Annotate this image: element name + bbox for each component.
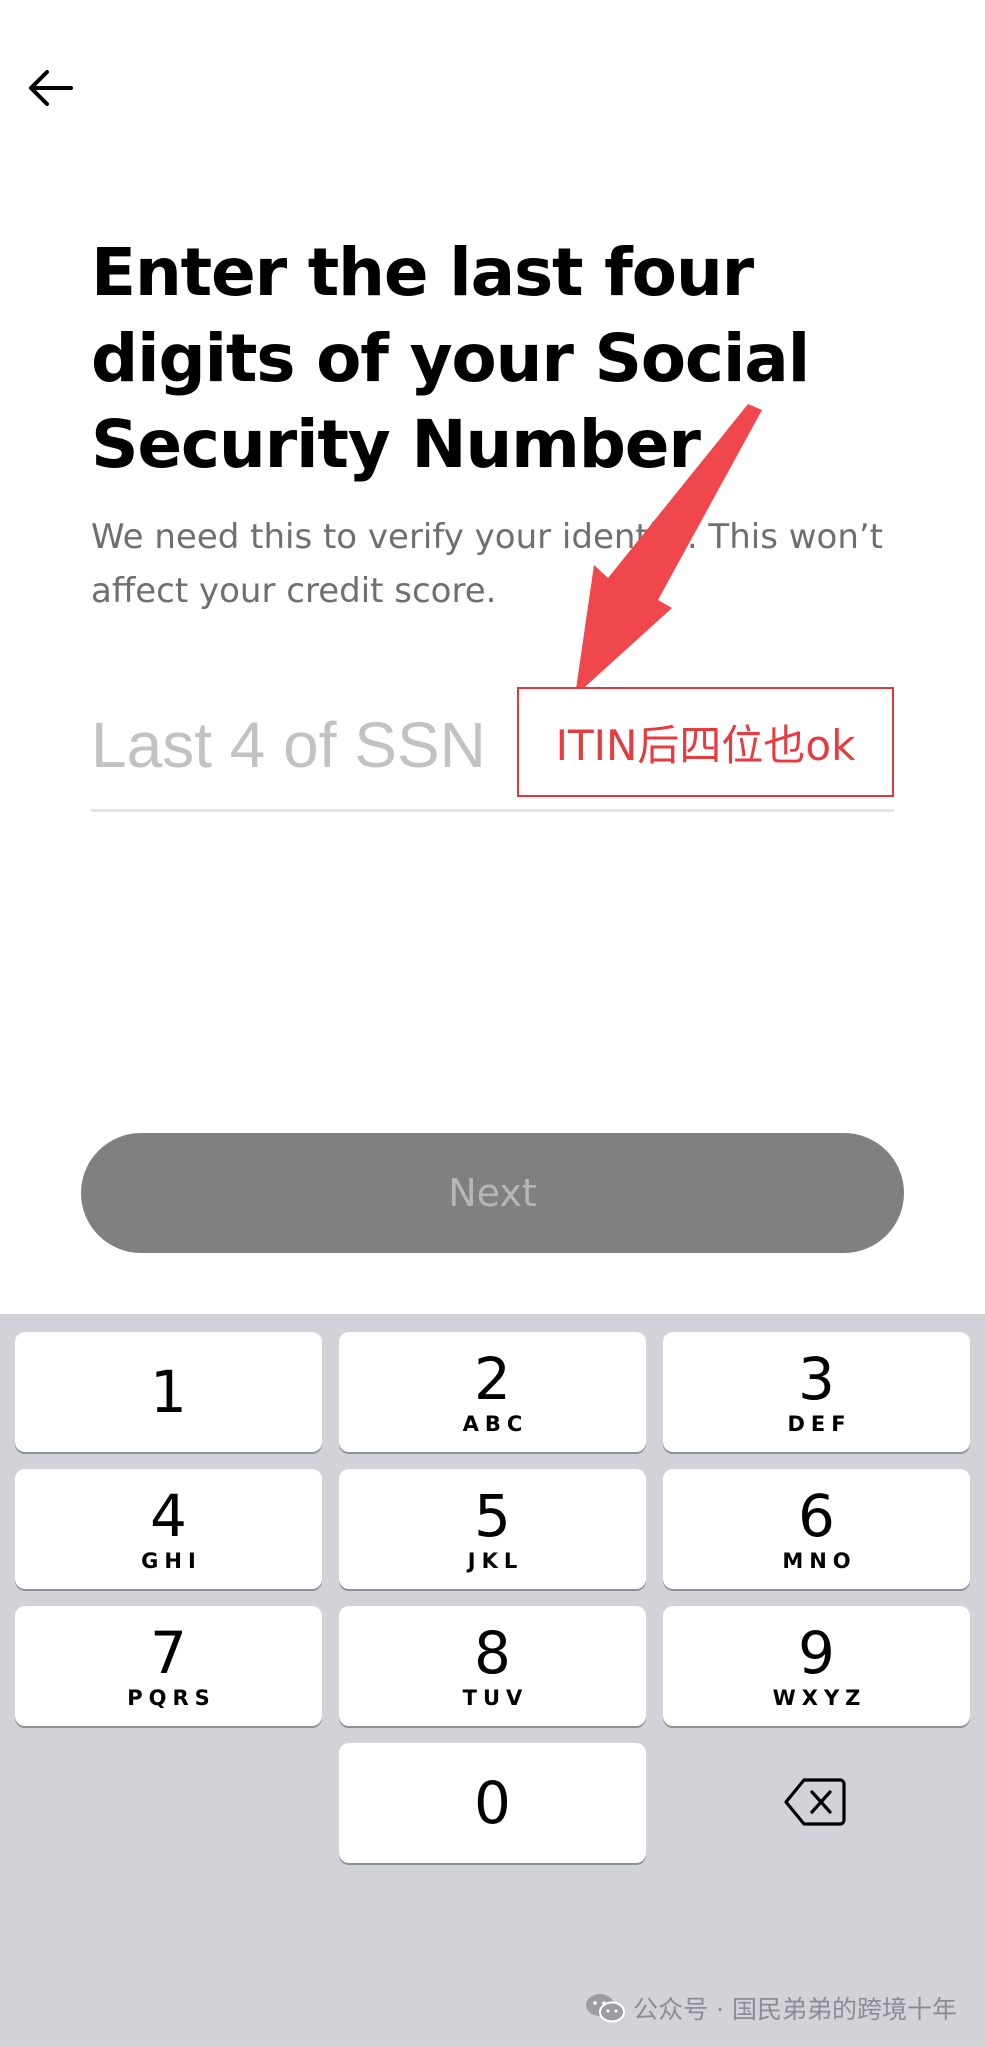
key-0[interactable]: 0 <box>339 1743 646 1863</box>
arrow-left-icon <box>29 70 73 106</box>
key-1[interactable]: 1 <box>15 1332 322 1452</box>
key-digit: 5 <box>474 1482 511 1550</box>
key-digit: 0 <box>474 1769 511 1837</box>
numeric-keypad: 1 2 ABC 3 DEF 4 GHI 5 JKL 6 MNO 7 PQRS 8… <box>0 1314 985 2047</box>
key-letters: MNO <box>782 1549 857 1573</box>
back-button[interactable] <box>22 60 78 116</box>
key-letters: PQRS <box>127 1686 216 1710</box>
annotation-box: ITIN后四位也ok <box>517 687 894 797</box>
key-letters: DEF <box>787 1412 852 1436</box>
key-letters: TUV <box>462 1686 529 1710</box>
wechat-icon <box>586 1994 626 2023</box>
key-digit: 6 <box>798 1482 835 1550</box>
next-button[interactable]: Next <box>81 1133 904 1253</box>
key-digit: 4 <box>150 1482 187 1550</box>
key-digit: 2 <box>474 1345 511 1413</box>
watermark-text: 公众号 · 国民弟弟的跨境十年 <box>633 1995 957 2024</box>
backspace-icon <box>783 1778 846 1826</box>
key-4[interactable]: 4 GHI <box>15 1469 322 1589</box>
key-2[interactable]: 2 ABC <box>339 1332 646 1452</box>
input-underline <box>91 809 894 812</box>
key-7[interactable]: 7 PQRS <box>15 1606 322 1726</box>
page-subtitle: We need this to verify your identity. Th… <box>91 517 884 611</box>
annotation-arrow <box>575 404 762 696</box>
key-letters: WXYZ <box>772 1686 867 1710</box>
key-letters: GHI <box>141 1549 202 1573</box>
key-digit: 8 <box>474 1619 511 1687</box>
key-digit: 3 <box>798 1345 835 1413</box>
key-letters: ABC <box>462 1412 529 1436</box>
watermark: 公众号 · 国民弟弟的跨境十年 <box>585 1988 957 2028</box>
delete-key[interactable] <box>752 1767 877 1837</box>
key-6[interactable]: 6 MNO <box>663 1469 970 1589</box>
page-title: Enter the last four digits of your Socia… <box>91 234 810 483</box>
key-9[interactable]: 9 WXYZ <box>663 1606 970 1726</box>
key-digit: 9 <box>798 1619 835 1687</box>
key-5[interactable]: 5 JKL <box>339 1469 646 1589</box>
key-letters: JKL <box>467 1549 524 1573</box>
annotation-text: ITIN后四位也ok <box>555 720 856 770</box>
key-3[interactable]: 3 DEF <box>663 1332 970 1452</box>
key-digit: 7 <box>150 1619 187 1687</box>
key-digit: 1 <box>150 1358 187 1426</box>
key-8[interactable]: 8 TUV <box>339 1606 646 1726</box>
